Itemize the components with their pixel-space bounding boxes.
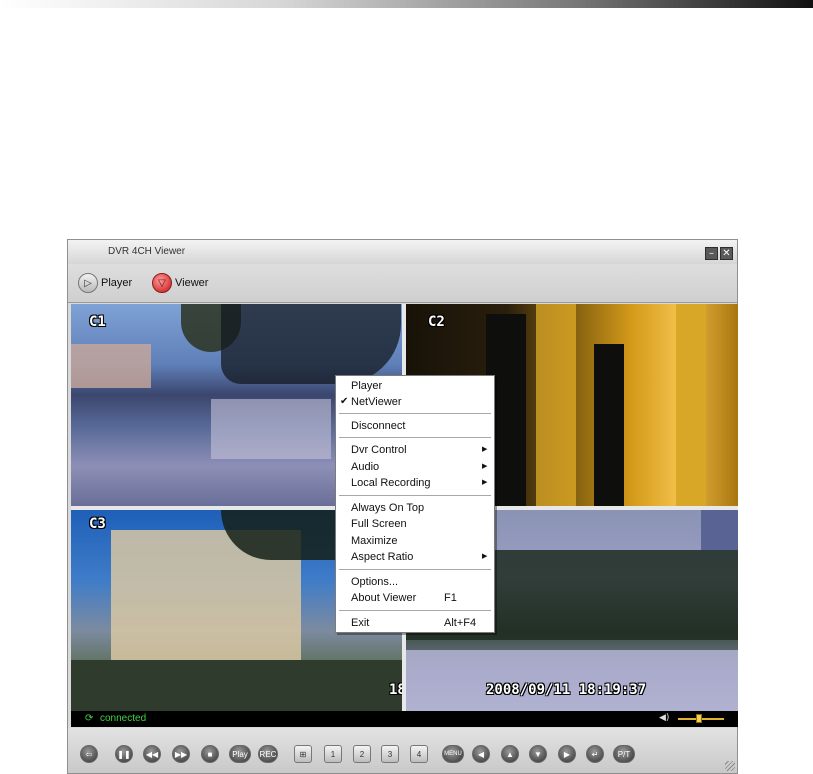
menu-item-label: Player xyxy=(351,380,383,392)
menu-item-shortcut: F1 xyxy=(444,592,457,604)
context-menu: Player ✔ NetViewer Disconnect Dvr Contro… xyxy=(335,375,495,633)
menu-separator xyxy=(339,413,491,415)
pause-button[interactable]: ❚❚ xyxy=(115,745,133,763)
layout-2-button[interactable]: 2 xyxy=(353,745,371,763)
menu-item-shortcut: Alt+F4 xyxy=(444,617,477,629)
menu-item-label: Always On Top xyxy=(351,502,425,514)
camera-label: C1 xyxy=(89,314,106,330)
menu-button[interactable]: MENU xyxy=(442,745,464,763)
connection-status: connected xyxy=(100,713,147,724)
connected-icon: ⟳ xyxy=(85,713,94,724)
menu-item-options[interactable]: Options... xyxy=(336,574,494,590)
checkmark-icon: ✔ xyxy=(340,396,349,407)
ground-shape xyxy=(71,660,402,711)
window-title: DVR 4CH Viewer xyxy=(108,246,186,257)
stop-button[interactable]: ■ xyxy=(201,745,219,763)
datetime-label: 2008/09/11 18:19:37 xyxy=(486,682,647,698)
enter-button[interactable]: ↵ xyxy=(586,745,604,763)
menu-item-exit[interactable]: Exit Alt+F4 xyxy=(336,615,494,631)
menu-item-label: Options... xyxy=(351,576,399,588)
mode-toolbar: ▷ Player ▽ Viewer xyxy=(68,264,737,303)
viewer-mode-label: Viewer xyxy=(175,277,209,289)
layout-3-button[interactable]: 3 xyxy=(381,745,399,763)
menu-item-audio[interactable]: Audio ▶ xyxy=(336,459,494,475)
building-shape xyxy=(71,344,151,388)
ptz-down-button[interactable]: ▼ xyxy=(529,745,547,763)
menu-item-label: NetViewer xyxy=(351,396,402,408)
bridge-shape xyxy=(211,399,331,459)
fountain-shape xyxy=(406,650,738,711)
submenu-arrow-icon: ▶ xyxy=(482,553,488,560)
play-button[interactable]: Play xyxy=(229,745,251,763)
menu-item-label: Local Recording xyxy=(351,477,431,489)
pillar-shape xyxy=(594,344,624,506)
menu-item-label: Maximize xyxy=(351,535,398,547)
submenu-arrow-icon: ▶ xyxy=(482,463,488,470)
ptz-right-button[interactable]: ▶ xyxy=(558,745,576,763)
back-button[interactable]: ⇦ xyxy=(80,745,98,763)
menu-item-label: Audio xyxy=(351,461,380,473)
menu-item-label: About Viewer xyxy=(351,592,417,604)
layout-quad-button[interactable]: ⊞ xyxy=(294,745,312,763)
menu-separator xyxy=(339,437,491,439)
pillar-shape xyxy=(676,304,706,506)
menu-item-label: Aspect Ratio xyxy=(351,551,414,563)
control-bar: ⇦ ❚❚ ◀◀ ▶▶ ■ Play REC ⊞ 1 2 3 4 MENU ◀ ▲… xyxy=(68,728,737,773)
viewer-mode-button[interactable]: ▽ Viewer xyxy=(152,271,208,295)
menu-item-label: Dvr Control xyxy=(351,444,407,456)
submenu-arrow-icon: ▶ xyxy=(482,446,488,453)
menu-item-maximize[interactable]: Maximize xyxy=(336,533,494,549)
layout-4-button[interactable]: 4 xyxy=(410,745,428,763)
menu-item-disconnect[interactable]: Disconnect xyxy=(336,418,494,434)
speaker-icon[interactable]: ◀) xyxy=(659,713,669,723)
menu-item-label: Disconnect xyxy=(351,420,406,432)
camera-label: C2 xyxy=(428,314,445,330)
rewind-button[interactable]: ◀◀ xyxy=(143,745,161,763)
menu-item-full-screen[interactable]: Full Screen xyxy=(336,516,494,532)
fast-forward-button[interactable]: ▶▶ xyxy=(172,745,190,763)
status-bar: ⟳ connected ◀) xyxy=(71,711,738,727)
layout-1-button[interactable]: 1 xyxy=(324,745,342,763)
submenu-arrow-icon: ▶ xyxy=(482,479,488,486)
play-icon: ▷ xyxy=(78,273,98,293)
record-percent-label: 18% xyxy=(389,682,402,698)
page-header-gradient xyxy=(0,0,813,8)
close-button[interactable]: ✕ xyxy=(720,247,733,260)
monitor-icon: ▽ xyxy=(152,273,172,293)
tree-shape xyxy=(221,304,401,384)
menu-item-local-recording[interactable]: Local Recording ▶ xyxy=(336,475,494,491)
record-button[interactable]: REC xyxy=(258,745,278,763)
light-shape xyxy=(536,304,576,506)
menu-item-player[interactable]: Player xyxy=(336,378,494,394)
menu-item-about-viewer[interactable]: About Viewer F1 xyxy=(336,590,494,606)
resize-grip[interactable] xyxy=(725,761,735,771)
ptz-up-button[interactable]: ▲ xyxy=(501,745,519,763)
menu-item-aspect-ratio[interactable]: Aspect Ratio ▶ xyxy=(336,549,494,565)
menu-separator xyxy=(339,610,491,612)
menu-item-netviewer[interactable]: ✔ NetViewer xyxy=(336,394,494,410)
menu-item-always-on-top[interactable]: Always On Top xyxy=(336,500,494,516)
pf-button[interactable]: P/T xyxy=(613,745,635,763)
menu-item-label: Full Screen xyxy=(351,518,407,530)
building-shape xyxy=(701,510,738,550)
menu-separator xyxy=(339,569,491,571)
volume-slider-knob[interactable] xyxy=(695,714,702,723)
player-mode-label: Player xyxy=(101,277,133,289)
camera-label: C3 xyxy=(89,516,106,532)
title-bar[interactable]: DVR 4CH Viewer – ✕ xyxy=(68,240,737,264)
menu-separator xyxy=(339,495,491,497)
menu-item-label: Exit xyxy=(351,617,370,629)
menu-item-dvr-control[interactable]: Dvr Control ▶ xyxy=(336,442,494,458)
player-mode-button[interactable]: ▷ Player xyxy=(78,271,132,295)
ptz-left-button[interactable]: ◀ xyxy=(472,745,490,763)
minimize-button[interactable]: – xyxy=(705,247,718,260)
